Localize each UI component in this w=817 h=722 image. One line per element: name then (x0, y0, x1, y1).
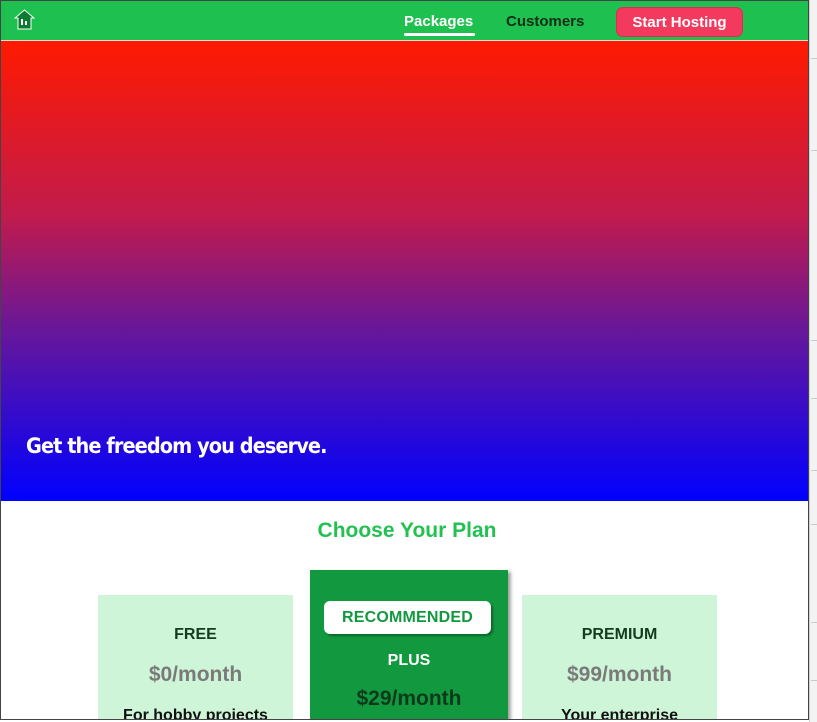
house-logo-icon[interactable] (13, 9, 36, 30)
plan-card-free[interactable]: FREE $0/month For hobby projects (98, 595, 293, 720)
divider (811, 680, 817, 681)
active-nav-indicator (404, 33, 475, 36)
divider (811, 58, 817, 59)
plans-heading: Choose Your Plan (317, 519, 497, 542)
divider (811, 150, 817, 151)
divider (811, 340, 817, 341)
plan-description: For hobby projects (123, 707, 268, 720)
plan-title: PLUS (387, 652, 431, 669)
plan-price: $0/month (148, 663, 243, 686)
plan-title: FREE (174, 626, 217, 643)
plan-description: Your enterprise (560, 707, 679, 720)
plan-title: PREMIUM (581, 626, 658, 643)
divider (811, 524, 817, 525)
browser-viewport: Packages Customers Start Hosting Get the… (0, 0, 809, 720)
hero-tagline: Get the freedom you deserve. (26, 434, 327, 458)
plan-card-plus[interactable]: RECOMMENDED PLUS $29/month (310, 570, 508, 719)
plan-card-premium[interactable]: PREMIUM $99/month Your enterprise (522, 595, 717, 720)
divider (811, 470, 817, 471)
nav-link-packages[interactable]: Packages (404, 13, 473, 30)
plan-price: $99/month (566, 663, 673, 686)
divider (811, 398, 817, 399)
nav-link-customers[interactable]: Customers (506, 13, 584, 30)
divider (811, 622, 817, 623)
plan-price: $29/month (356, 687, 462, 710)
site-header: Packages Customers Start Hosting (1, 1, 808, 41)
background-window-edge (809, 0, 817, 722)
recommended-badge: RECOMMENDED (324, 601, 491, 634)
start-hosting-button[interactable]: Start Hosting (616, 7, 743, 37)
hero-banner: Get the freedom you deserve. (1, 41, 808, 501)
